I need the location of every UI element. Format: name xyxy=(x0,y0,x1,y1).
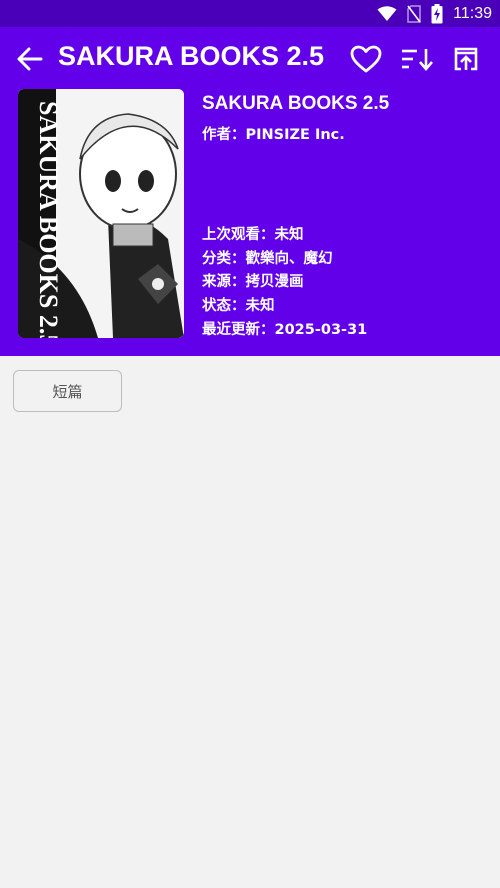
heart-icon xyxy=(350,45,382,73)
battery-charging-icon xyxy=(431,4,443,24)
wifi-icon xyxy=(377,6,397,21)
book-cover[interactable]: SAKURA BOOKS 2.5 xyxy=(18,89,184,338)
source: 来源：拷贝漫画 xyxy=(202,274,304,290)
category[interactable]: 分类：歡樂向、魔幻 xyxy=(202,247,333,268)
status-icons: 11:39 xyxy=(377,3,492,25)
page-title: SAKURA BOOKS 2.5 xyxy=(58,41,325,71)
book-author[interactable]: 作者：PINSIZE Inc. xyxy=(202,123,345,144)
no-sim-icon xyxy=(407,5,421,23)
book-header: SAKURA BOOKS 2.5 SAKURA BOOKS 2.5 SAKURA… xyxy=(0,27,500,356)
status: 状态：未知 xyxy=(202,298,275,314)
status-bar: 11:39 xyxy=(0,0,500,27)
open-external-icon xyxy=(454,47,478,71)
arrow-left-icon xyxy=(17,47,43,71)
book-info: SAKURA BOOKS 2.5 作者：PINSIZE Inc. 上次观看：未知… xyxy=(202,89,492,338)
open-in-browser-button[interactable] xyxy=(448,41,484,77)
cover-title-text: SAKURA BOOKS 2.5 xyxy=(34,101,63,338)
back-button[interactable] xyxy=(14,43,46,75)
sort-button[interactable] xyxy=(399,41,435,77)
app-bar: SAKURA BOOKS 2.5 xyxy=(0,27,500,91)
cover-illustration: SAKURA BOOKS 2.5 xyxy=(18,89,184,338)
sort-icon xyxy=(402,49,433,71)
last-viewed: 上次观看：未知 xyxy=(202,227,304,243)
chapter-group-chip[interactable]: 短篇 xyxy=(13,370,122,412)
last-updated: 最近更新：2025-03-31 xyxy=(202,322,368,338)
status-time: 11:39 xyxy=(453,5,492,22)
favorite-button[interactable] xyxy=(348,41,384,77)
book-title: SAKURA BOOKS 2.5 xyxy=(202,93,390,114)
